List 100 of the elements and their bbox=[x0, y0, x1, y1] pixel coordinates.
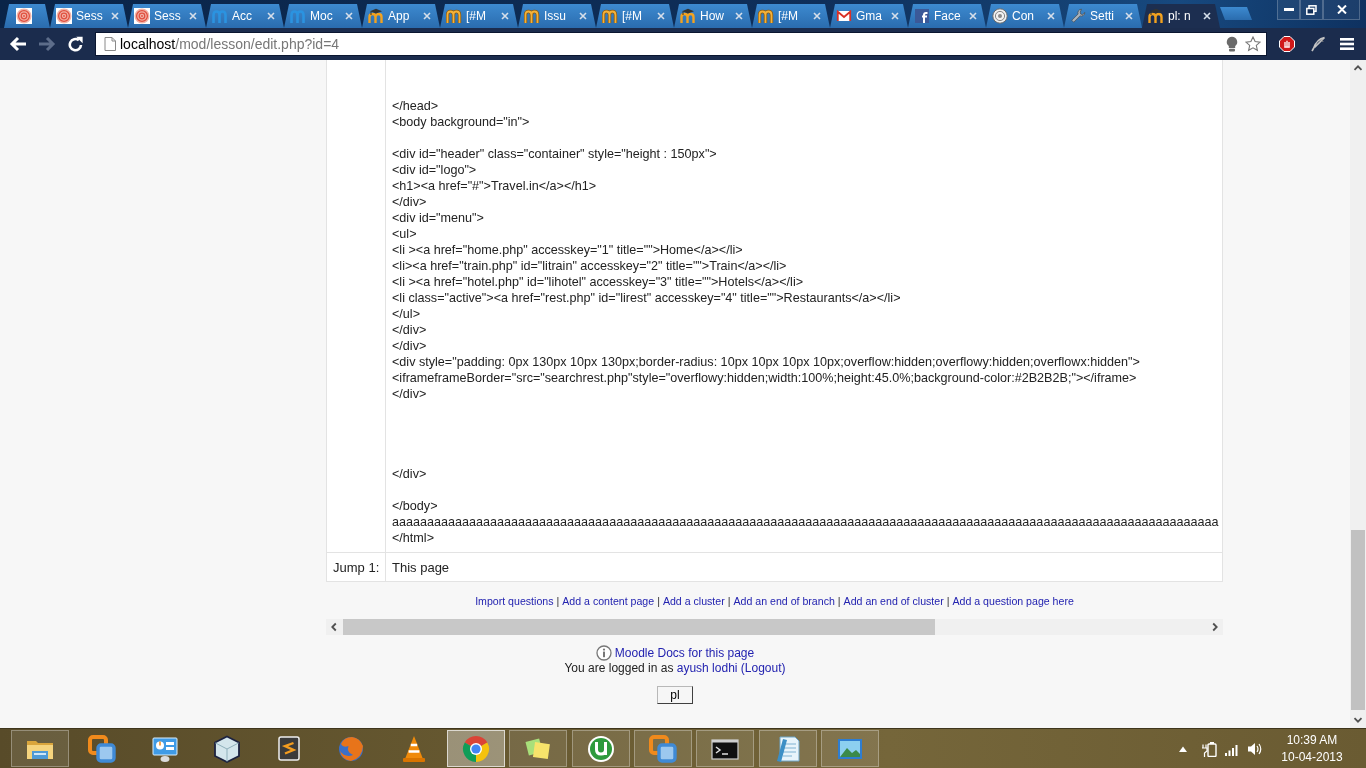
wrench-icon bbox=[1070, 8, 1086, 24]
logout-link[interactable]: (Logout) bbox=[740, 661, 786, 675]
envelope-icon bbox=[836, 8, 852, 24]
browser-tab[interactable]: App bbox=[362, 4, 440, 28]
login-info: You are logged in as ayush lodhi (Logout) bbox=[564, 661, 786, 676]
taskbar-button[interactable] bbox=[696, 730, 755, 767]
close-icon[interactable] bbox=[1203, 12, 1211, 20]
overlapping-squares-icon bbox=[647, 733, 678, 764]
jump-label: Jump 1: bbox=[333, 559, 380, 575]
code-line: </div> bbox=[392, 338, 427, 354]
concentric-circles-icon bbox=[16, 8, 32, 24]
action-link[interactable]: Import questions bbox=[475, 595, 554, 607]
user-link[interactable]: ayush lodhi bbox=[676, 661, 738, 675]
code-line: <iframeframeBorder="src="searchrest.php"style="overflowy:hidden;width:100%;height:45.0%;background-color:#2B2B2B;"></iframe> bbox=[392, 370, 1137, 386]
docs-link[interactable]: Moodle Docs for this page bbox=[614, 645, 755, 661]
star-icon[interactable] bbox=[1245, 36, 1261, 52]
action-link[interactable]: Add an end of cluster bbox=[843, 595, 944, 607]
pen-icon[interactable] bbox=[1310, 36, 1326, 52]
speaker-icon[interactable] bbox=[1247, 740, 1263, 757]
address-field[interactable]: localhost/mod/lesson/edit.php?id=4 bbox=[95, 32, 1267, 56]
link-separator: | bbox=[946, 595, 950, 607]
scrollbar-thumb[interactable] bbox=[1351, 530, 1365, 710]
browser-tab[interactable]: Acc bbox=[206, 4, 284, 28]
menu-icon[interactable] bbox=[1339, 36, 1355, 52]
caret-up-icon[interactable] bbox=[1178, 744, 1188, 753]
vertical-scrollbar[interactable] bbox=[1350, 60, 1366, 728]
code-line: <ul> bbox=[392, 226, 417, 242]
info-icon bbox=[595, 645, 612, 661]
close-icon bbox=[1336, 5, 1347, 14]
cube-icon bbox=[211, 733, 242, 764]
arches-logo-icon bbox=[446, 8, 462, 24]
restore-icon bbox=[1306, 4, 1317, 15]
code-line: </div> bbox=[392, 322, 427, 338]
battery-icon[interactable] bbox=[1201, 740, 1217, 757]
concentric-circles-icon bbox=[134, 8, 150, 24]
clock-time[interactable]: 10:39 AM bbox=[1286, 731, 1338, 749]
link-separator: | bbox=[837, 595, 841, 607]
close-button[interactable] bbox=[1323, 0, 1360, 20]
color-wheel-icon bbox=[461, 733, 492, 764]
capped-arches-logo-icon bbox=[368, 8, 384, 24]
code-line: </ul> bbox=[392, 306, 420, 322]
browser-tab[interactable]: Setti bbox=[1064, 4, 1142, 28]
bulb-icon[interactable] bbox=[1225, 36, 1239, 52]
browser-tab[interactable]: Moc bbox=[284, 4, 362, 28]
link-separator: | bbox=[556, 595, 560, 607]
browser-tab[interactable]: Gma bbox=[830, 4, 908, 28]
taskbar-button[interactable] bbox=[571, 730, 630, 767]
code-line: </div> bbox=[392, 466, 427, 482]
arches-logo-icon bbox=[524, 8, 540, 24]
browser-tab[interactable]: [#M bbox=[596, 4, 674, 28]
code-line: </head> bbox=[392, 98, 439, 114]
stop-sign-icon[interactable] bbox=[1279, 36, 1295, 52]
code-line: </html> bbox=[392, 530, 434, 546]
action-link[interactable]: Add a content page bbox=[562, 595, 655, 607]
code-line: </div> bbox=[392, 386, 427, 402]
browser-tab[interactable]: Face bbox=[908, 4, 986, 28]
link-separator: | bbox=[657, 595, 660, 607]
code-line: <div id="header" class="container" style="height : 150px"> bbox=[392, 146, 717, 162]
arches-logo-icon bbox=[602, 8, 618, 24]
browser-tab[interactable]: How bbox=[674, 4, 752, 28]
arrow-right-icon bbox=[37, 36, 56, 52]
code-line: <div id="menu"> bbox=[392, 210, 484, 226]
minimize-icon bbox=[1283, 7, 1294, 12]
link-separator: | bbox=[727, 595, 731, 607]
browser-tab[interactable]: Sess bbox=[128, 4, 206, 28]
browser-tab[interactable]: Con bbox=[986, 4, 1064, 28]
jump-target: This page bbox=[392, 559, 450, 575]
browser-tab[interactable]: pl: n bbox=[1142, 4, 1220, 28]
square-logo-icon bbox=[914, 8, 930, 24]
code-line: <body background="in"> bbox=[392, 114, 530, 130]
scrollbar-thumb[interactable] bbox=[343, 619, 935, 635]
capped-arches-logo-icon bbox=[680, 8, 696, 24]
concentric-circles-icon bbox=[56, 8, 72, 24]
horizontal-scrollbar[interactable] bbox=[326, 619, 1223, 635]
arches-logo-icon bbox=[758, 8, 774, 24]
capped-arches-logo-icon bbox=[1148, 8, 1164, 24]
action-link[interactable]: Add a question page here bbox=[952, 595, 1074, 607]
code-line: <li ><a href="hotel.php" id="lihotel" accesskey="3" title="">Hotels</a></li> bbox=[392, 274, 804, 290]
page-icon bbox=[104, 37, 116, 51]
footer-button[interactable]: pl bbox=[657, 686, 693, 704]
circle-logo-icon bbox=[585, 733, 616, 764]
browser-tab[interactable]: [#M bbox=[752, 4, 830, 28]
code-line: </div> bbox=[392, 194, 427, 210]
browser-tab[interactable]: [#M bbox=[440, 4, 518, 28]
arrow-left-icon bbox=[8, 36, 27, 52]
browser-tab[interactable]: Issu bbox=[518, 4, 596, 28]
clock-date[interactable]: 10-04-2013 bbox=[1281, 748, 1343, 766]
code-line: </body> bbox=[392, 498, 438, 514]
arches-logo-icon bbox=[212, 8, 228, 24]
code-line: aaaaaaaaaaaaaaaaaaaaaaaaaaaaaaaaaaaaaaaaaaaaaaaaaaaaaaaaaaaaaaaaaaaaaaaaaaaaaaaaaaaaaaaaaaaaaaaaaaaaaaaaaaaaaaaaaaaaaa bbox=[392, 514, 1219, 530]
restore-button[interactable] bbox=[1300, 0, 1323, 20]
action-link[interactable]: Add a cluster bbox=[662, 595, 725, 607]
browser-tab[interactable]: Sess bbox=[50, 4, 128, 28]
action-link[interactable]: Add an end of branch bbox=[733, 595, 835, 607]
browser-tab[interactable] bbox=[4, 4, 50, 28]
new-tab-button[interactable] bbox=[1220, 7, 1252, 20]
code-line: <h1><a href="#">Travel.in</a></h1> bbox=[392, 178, 597, 194]
minimize-button[interactable] bbox=[1277, 0, 1300, 20]
code-line: <div id="logo"> bbox=[392, 162, 477, 178]
arches-logo-icon bbox=[290, 8, 306, 24]
